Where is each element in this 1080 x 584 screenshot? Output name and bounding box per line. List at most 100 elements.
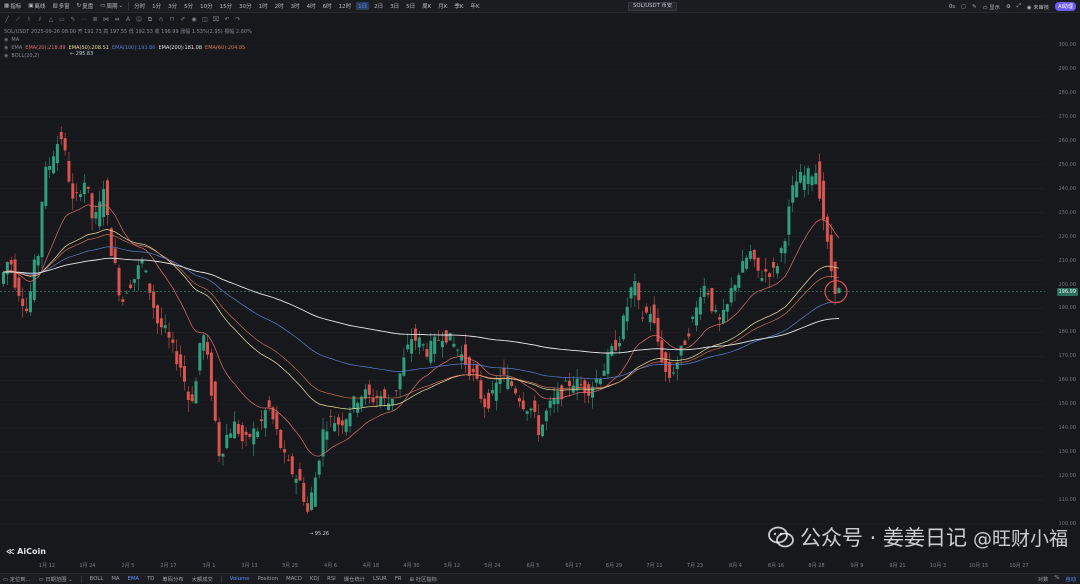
display-button[interactable]: ▭ 显示 bbox=[983, 3, 1000, 11]
eye-tool-icon[interactable]: ◉ bbox=[190, 16, 198, 24]
indicator-large-trades[interactable]: 大额成交 bbox=[192, 575, 213, 583]
rectangle-tool-icon[interactable]: ▭ bbox=[58, 16, 66, 24]
indicator-boll[interactable]: BOLL bbox=[90, 576, 104, 582]
copy-tool-icon[interactable]: ⧉ bbox=[146, 16, 154, 24]
log-scale-toggle[interactable]: 对数 bbox=[1038, 575, 1049, 583]
trash-tool-icon[interactable]: ⌧ bbox=[212, 16, 220, 24]
measure-tool-icon[interactable]: ⇹ bbox=[113, 16, 121, 24]
ai-assistant-badge[interactable]: AI助理 bbox=[1055, 2, 1076, 11]
percent-scale-toggle[interactable]: % bbox=[1054, 575, 1059, 583]
path-tool-icon[interactable]: ⌇ bbox=[25, 16, 33, 24]
edit-icon[interactable]: ✎ bbox=[972, 4, 976, 10]
indicator-ma[interactable]: MA bbox=[111, 576, 119, 582]
interval-year[interactable]: 年K bbox=[468, 2, 481, 10]
candle-body bbox=[410, 338, 414, 354]
candle-body bbox=[575, 378, 579, 391]
user-button[interactable]: ◉ 未审核 bbox=[1027, 3, 1049, 11]
interval-3m[interactable]: 3分 bbox=[166, 2, 179, 10]
indicator-td[interactable]: TD bbox=[147, 576, 154, 582]
candle-body bbox=[329, 415, 333, 417]
interval-tick[interactable]: 分时 bbox=[132, 2, 147, 10]
interval-1d[interactable]: 1日 bbox=[356, 2, 370, 10]
date-tick-label: 5月 24 bbox=[484, 563, 501, 569]
interval-4h[interactable]: 4时 bbox=[305, 2, 318, 10]
indicator-community[interactable]: ⊞ 社区指标 bbox=[410, 575, 437, 583]
interval-3d[interactable]: 3日 bbox=[388, 2, 401, 10]
indicator-chip-distribution[interactable]: 筹码分布 bbox=[162, 575, 183, 583]
indicator-kdj[interactable]: KDJ bbox=[310, 576, 319, 582]
candle-body bbox=[698, 297, 702, 315]
offline-button[interactable]: ▣ 离线 bbox=[26, 2, 47, 10]
interval-month[interactable]: 月K bbox=[436, 2, 449, 10]
more-tools-icon[interactable]: ⋯ bbox=[80, 16, 88, 24]
interval-10m[interactable]: 10分 bbox=[198, 2, 215, 10]
period-label: 周期 bbox=[106, 4, 118, 10]
fib-tool-icon[interactable]: ≣ bbox=[91, 16, 99, 24]
interval-5d[interactable]: 5日 bbox=[404, 2, 417, 10]
candle-body bbox=[209, 352, 213, 396]
indicator-button[interactable]: ▦ 指标 bbox=[2, 2, 23, 10]
interval-30m[interactable]: 30分 bbox=[237, 2, 254, 10]
interval-5m[interactable]: 5分 bbox=[182, 2, 195, 10]
ray-tool-icon[interactable]: ⟋ bbox=[14, 16, 22, 24]
multi-window-button[interactable]: ▥ 多窗 bbox=[50, 2, 71, 10]
line-tool-icon[interactable]: ╱ bbox=[3, 16, 11, 24]
candle-body bbox=[344, 419, 348, 432]
date-axis[interactable]: 1月 12 1月 24 2月 5 2月 17 3月 1 3月 13 3月 25 4月 6 4月 … bbox=[0, 561, 1080, 571]
candlestick-chart[interactable] bbox=[0, 26, 1080, 566]
interval-2h[interactable]: 2时 bbox=[273, 2, 286, 10]
brush-tool-icon[interactable]: ✎ bbox=[69, 16, 77, 24]
indicator-liquidation[interactable]: 爆仓统计 bbox=[344, 575, 365, 583]
settings-icon[interactable]: ⚙ bbox=[1006, 4, 1011, 10]
trading-pair-badge[interactable]: SOL/USDT 币安 bbox=[628, 2, 678, 11]
interval-1h[interactable]: 1时 bbox=[257, 2, 270, 10]
indicator-position[interactable]: Position bbox=[258, 576, 279, 582]
undo-icon[interactable]: ↶ bbox=[223, 16, 231, 24]
locate-button[interactable]: ▭ 定位到... bbox=[3, 575, 31, 583]
candle-body bbox=[775, 266, 779, 274]
replay-button[interactable]: ↻ 复盘 bbox=[75, 2, 96, 10]
text-tool-icon[interactable]: A bbox=[124, 16, 132, 24]
layers-tool-icon[interactable]: ◫ bbox=[201, 16, 209, 24]
interval-15m[interactable]: 15分 bbox=[218, 2, 235, 10]
candle-body bbox=[198, 342, 202, 371]
indicator-volume[interactable]: Volume bbox=[230, 576, 250, 582]
lock-tool-icon[interactable]: ⊓ bbox=[168, 16, 176, 24]
magnet-tool-icon[interactable]: ∩ bbox=[157, 16, 165, 24]
interval-week[interactable]: 周K bbox=[420, 2, 433, 10]
indicator-macd[interactable]: MACD bbox=[286, 576, 302, 582]
price-tick-label: 230.00 bbox=[1058, 209, 1077, 216]
auto-scale-toggle[interactable]: 自动 bbox=[1065, 575, 1076, 583]
interval-6h[interactable]: 6时 bbox=[321, 2, 334, 10]
pattern-tool-icon[interactable]: ⋈ bbox=[102, 16, 110, 24]
indicator-fr[interactable]: FR bbox=[395, 576, 402, 582]
parallel-tool-icon[interactable]: ⫽ bbox=[36, 16, 44, 24]
interval-quarter[interactable]: 季K bbox=[452, 2, 465, 10]
candle-body bbox=[594, 378, 598, 383]
price-chart[interactable] bbox=[0, 26, 1080, 566]
fullscreen-icon[interactable]: ⤢ bbox=[1017, 3, 1021, 10]
indicator-ema[interactable]: EMA bbox=[128, 576, 140, 582]
period-button[interactable]: ▭ 周期 ⌄ bbox=[98, 2, 125, 10]
candle-body bbox=[818, 161, 822, 199]
image-icon[interactable]: ▢ bbox=[961, 4, 966, 10]
candle-body bbox=[159, 318, 163, 328]
candle-body bbox=[718, 317, 722, 320]
interval-2d[interactable]: 2日 bbox=[372, 2, 385, 10]
redo-icon[interactable]: ↷ bbox=[234, 16, 242, 24]
candle-body bbox=[541, 424, 544, 437]
indicator-rsi[interactable]: RSI bbox=[327, 576, 336, 582]
pen-tool-icon[interactable]: ✐ bbox=[179, 16, 187, 24]
interval-1m[interactable]: 1分 bbox=[150, 2, 163, 10]
interval-3h[interactable]: 3时 bbox=[289, 2, 302, 10]
indicator-lsur[interactable]: LSUR bbox=[373, 576, 387, 582]
interval-12h[interactable]: 12时 bbox=[337, 2, 354, 10]
emoji-tool-icon[interactable]: ☺ bbox=[135, 16, 143, 24]
candle-body bbox=[464, 344, 467, 365]
candle-body bbox=[475, 364, 479, 379]
candle-body bbox=[240, 425, 244, 442]
candle-body bbox=[13, 259, 17, 288]
date-range-button[interactable]: ▭ 日期范围 ⌄ bbox=[39, 575, 73, 583]
candle-body bbox=[714, 309, 718, 312]
triangle-tool-icon[interactable]: △ bbox=[47, 16, 55, 24]
